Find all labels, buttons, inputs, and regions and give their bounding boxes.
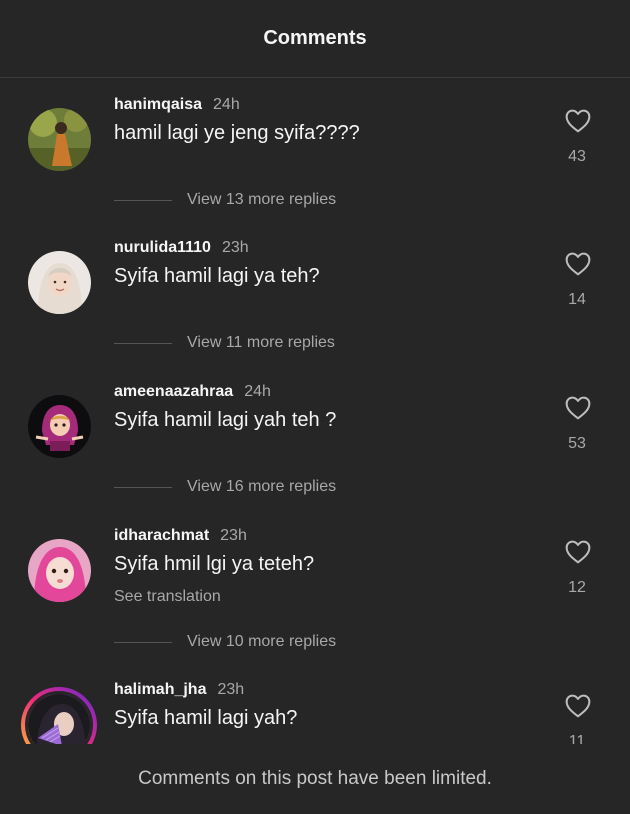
comments-limited-text: Comments on this post have been limited. bbox=[138, 768, 492, 789]
view-replies-button[interactable]: View 13 more replies bbox=[114, 191, 336, 209]
comment-timestamp: 24h bbox=[213, 96, 240, 113]
avatar[interactable] bbox=[28, 251, 91, 314]
view-replies-button[interactable]: View 10 more replies bbox=[114, 633, 336, 651]
comment-list[interactable]: hanimqaisa 24h hamil lagi ye jeng syifa?… bbox=[0, 79, 630, 744]
view-replies-label: View 11 more replies bbox=[187, 334, 335, 351]
like-count: 43 bbox=[568, 148, 586, 165]
comment-username[interactable]: nurulida1110 bbox=[114, 239, 211, 257]
avatar-story-ring[interactable] bbox=[21, 687, 97, 744]
divider bbox=[114, 486, 172, 488]
divider bbox=[114, 342, 172, 344]
view-replies-button[interactable]: View 16 more replies bbox=[114, 478, 336, 496]
divider bbox=[114, 641, 172, 643]
like-count: 11 bbox=[568, 733, 586, 744]
divider bbox=[114, 199, 172, 201]
like-heart-icon[interactable] bbox=[560, 251, 596, 277]
comment-username[interactable]: halimah_jha bbox=[114, 681, 206, 699]
like-count: 14 bbox=[568, 291, 586, 308]
see-translation-link[interactable]: See translation bbox=[114, 588, 221, 606]
avatar[interactable] bbox=[28, 539, 91, 602]
comment-username[interactable]: ameenaazahraa bbox=[114, 383, 233, 401]
view-replies-button[interactable]: View 11 more replies bbox=[114, 334, 335, 352]
comment-text: hamil lagi ye jeng syifa???? bbox=[114, 122, 360, 144]
like-heart-icon[interactable] bbox=[560, 108, 596, 134]
comment-timestamp: 23h bbox=[217, 681, 245, 698]
like-heart-icon[interactable] bbox=[560, 395, 596, 421]
comment-timestamp: 23h bbox=[221, 239, 249, 256]
comment-text: Syifa hamil lagi yah? bbox=[114, 707, 298, 729]
page-title: Comments bbox=[263, 27, 367, 49]
avatar[interactable] bbox=[28, 395, 91, 458]
view-replies-label: View 10 more replies bbox=[187, 633, 337, 650]
like-heart-icon[interactable] bbox=[560, 693, 596, 719]
like-count: 53 bbox=[568, 435, 586, 452]
comment-text: Syifa hmil lgi ya teteh? bbox=[114, 553, 315, 575]
header: Comments bbox=[0, 0, 630, 78]
comment-text: Syifa hamil lagi yah teh ? bbox=[114, 409, 337, 431]
like-count: 12 bbox=[568, 579, 586, 596]
comment-username[interactable]: hanimqaisa bbox=[114, 96, 202, 114]
comment-timestamp: 24h bbox=[244, 383, 271, 400]
like-heart-icon[interactable] bbox=[560, 539, 596, 565]
view-replies-label: View 16 more replies bbox=[187, 478, 337, 495]
avatar[interactable] bbox=[28, 108, 91, 171]
comment-text: Syifa hamil lagi ya teh? bbox=[114, 265, 320, 287]
avatar bbox=[25, 691, 93, 744]
comments-limited-notice: Comments on this post have been limited. bbox=[0, 744, 630, 814]
comment-timestamp: 23h bbox=[220, 527, 247, 544]
view-replies-label: View 13 more replies bbox=[187, 191, 337, 208]
comment-username[interactable]: idharachmat bbox=[114, 527, 209, 545]
comments-screen: Comments hanimqaisa 24h hamil lagi ye je… bbox=[0, 0, 630, 814]
